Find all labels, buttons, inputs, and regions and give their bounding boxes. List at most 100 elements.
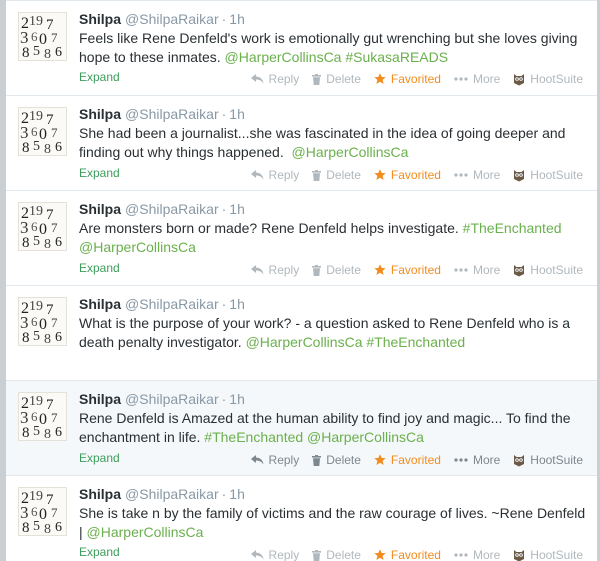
- more-button[interactable]: More: [454, 453, 500, 467]
- svg-text:0: 0: [39, 506, 47, 523]
- svg-text:8: 8: [22, 520, 30, 535]
- expand-link[interactable]: Expand: [79, 261, 120, 275]
- author-handle[interactable]: @ShilpaRaikar: [125, 296, 219, 312]
- tweet-item[interactable]: 2 19 7 3 6 0 7 8 5 8 6 Shilpa @ShilpaRaikar · 1h Are …: [6, 190, 597, 286]
- favorited-label: Favorited: [390, 548, 441, 561]
- expand-link[interactable]: Expand: [79, 545, 120, 559]
- delete-button[interactable]: Delete: [312, 168, 361, 182]
- star-icon: [374, 169, 386, 181]
- avatar[interactable]: 2 19 7 3 6 0 7 8 5 8 6: [18, 202, 67, 251]
- star-icon: [374, 73, 386, 85]
- reply-label: Reply: [268, 453, 300, 467]
- tweet-mentions[interactable]: @HarperCollinsCa #TheEnchanted: [246, 334, 466, 350]
- favorited-button[interactable]: Favorited: [374, 263, 441, 277]
- author-handle[interactable]: @ShilpaRaikar: [125, 391, 219, 407]
- tweet-item-hovered[interactable]: 2 19 7 3 6 0 7 8 5 8 6 Shilpa @ShilpaRaikar · 1h Rene…: [6, 380, 597, 476]
- reply-button[interactable]: Reply: [250, 548, 299, 561]
- reply-button[interactable]: Reply: [250, 263, 299, 277]
- reply-button[interactable]: Reply: [250, 72, 299, 86]
- favorited-button[interactable]: Favorited: [374, 548, 441, 561]
- svg-text:7: 7: [51, 410, 58, 425]
- tweet-mentions[interactable]: #TheEnchanted @HarperCollinsCa: [204, 429, 424, 445]
- svg-text:8: 8: [22, 235, 30, 250]
- more-button[interactable]: More: [454, 72, 500, 86]
- favorited-button[interactable]: Favorited: [374, 453, 441, 467]
- more-button[interactable]: More: [454, 168, 500, 182]
- svg-text:8: 8: [22, 425, 30, 440]
- author-name[interactable]: Shilpa: [79, 486, 121, 502]
- hootsuite-button[interactable]: HootSuite: [513, 72, 583, 86]
- svg-text:8: 8: [44, 142, 51, 155]
- author-handle[interactable]: @ShilpaRaikar: [125, 11, 219, 27]
- avatar[interactable]: 2 19 7 3 6 0 7 8 5 8 6: [18, 297, 67, 346]
- svg-text:5: 5: [33, 139, 40, 154]
- favorited-button[interactable]: Favorited: [374, 72, 441, 86]
- tweet-item[interactable]: 2 19 7 3 6 0 7 8 5 8 6 Shilpa @ShilpaRaikar · 1h She …: [6, 475, 597, 561]
- avatar[interactable]: 2 19 7 3 6 0 7 8 5 8 6: [18, 107, 67, 156]
- reply-icon: [250, 550, 264, 560]
- tweet-item[interactable]: 2 19 7 3 6 0 7 8 5 8 6 Shilpa @ShilpaRaikar · 1h What…: [6, 285, 597, 381]
- svg-text:0: 0: [39, 221, 47, 238]
- delete-button[interactable]: Delete: [312, 263, 361, 277]
- tweet-item[interactable]: 2 19 7 3 6 0 7 8 5 8 6 Shilpa @ShilpaRaikar · 1h She …: [6, 95, 597, 191]
- delete-button[interactable]: Delete: [312, 453, 361, 467]
- tweet-mentions[interactable]: @HarperCollinsCa: [87, 524, 204, 540]
- tweet-time[interactable]: 1h: [229, 391, 245, 407]
- tweet-actions: Reply Delete Favorited More HootSuite: [250, 548, 597, 561]
- author-name[interactable]: Shilpa: [79, 11, 121, 27]
- tweet-time[interactable]: 1h: [229, 296, 245, 312]
- tweet-mentions[interactable]: @HarperCollinsCa #SukasaREADS: [225, 49, 449, 65]
- tweet-time[interactable]: 1h: [229, 106, 245, 122]
- avatar[interactable]: 2 19 7 3 6 0 7 8 5 8 6: [18, 12, 67, 61]
- author-name[interactable]: Shilpa: [79, 296, 121, 312]
- svg-text:6: 6: [55, 140, 62, 155]
- author-name[interactable]: Shilpa: [79, 106, 121, 122]
- tweet-mentions[interactable]: @HarperCollinsCa: [292, 144, 409, 160]
- expand-link[interactable]: Expand: [79, 166, 120, 180]
- more-button[interactable]: More: [454, 548, 500, 561]
- author-handle[interactable]: @ShilpaRaikar: [125, 201, 219, 217]
- svg-text:7: 7: [51, 30, 58, 45]
- tweet-feed: 2 19 7 3 6 0 7 8 5 8 6 Shilpa @ShilpaRaikar · 1h Feel…: [6, 0, 597, 561]
- expand-link[interactable]: Expand: [79, 70, 120, 84]
- svg-text:0: 0: [39, 411, 47, 428]
- hootsuite-button[interactable]: HootSuite: [513, 453, 583, 467]
- tweet-text: She is take n by the family of victims a…: [79, 504, 591, 542]
- reply-button[interactable]: Reply: [250, 168, 299, 182]
- author-handle[interactable]: @ShilpaRaikar: [125, 106, 219, 122]
- delete-button[interactable]: Delete: [312, 548, 361, 561]
- svg-text:8: 8: [44, 237, 51, 250]
- tweet-time[interactable]: 1h: [229, 11, 245, 27]
- svg-text:6: 6: [55, 45, 62, 60]
- star-icon: [374, 549, 386, 561]
- tweet-text: Rene Denfeld is Amazed at the human abil…: [79, 409, 591, 447]
- trash-icon: [312, 454, 322, 466]
- author-name[interactable]: Shilpa: [79, 391, 121, 407]
- svg-text:19: 19: [29, 394, 43, 409]
- favorited-button[interactable]: Favorited: [374, 168, 441, 182]
- expand-link[interactable]: Expand: [79, 451, 120, 465]
- delete-button[interactable]: Delete: [312, 72, 361, 86]
- more-button[interactable]: More: [454, 263, 500, 277]
- hootsuite-button[interactable]: HootSuite: [513, 548, 583, 561]
- reply-button[interactable]: Reply: [250, 453, 300, 467]
- avatar[interactable]: 2 19 7 3 6 0 7 8 5 8 6: [18, 487, 67, 536]
- svg-text:5: 5: [33, 329, 40, 344]
- reply-icon: [250, 455, 264, 465]
- hootsuite-label: HootSuite: [530, 72, 583, 86]
- hootsuite-button[interactable]: HootSuite: [513, 168, 583, 182]
- svg-text:6: 6: [31, 409, 38, 424]
- svg-text:19: 19: [29, 109, 43, 124]
- tweet-item[interactable]: 2 19 7 3 6 0 7 8 5 8 6 Shilpa @ShilpaRaikar · 1h Feel…: [6, 0, 597, 96]
- author-name[interactable]: Shilpa: [79, 201, 121, 217]
- hootsuite-label: HootSuite: [530, 168, 583, 182]
- tweet-text: Feels like Rene Denfeld's work is emotio…: [79, 29, 591, 67]
- hootsuite-button[interactable]: HootSuite: [513, 263, 583, 277]
- svg-text:8: 8: [22, 330, 30, 345]
- tweet-time[interactable]: 1h: [229, 486, 245, 502]
- avatar[interactable]: 2 19 7 3 6 0 7 8 5 8 6: [18, 392, 67, 441]
- tweet-time[interactable]: 1h: [229, 201, 245, 217]
- author-handle[interactable]: @ShilpaRaikar: [125, 486, 219, 502]
- delete-label: Delete: [326, 263, 361, 277]
- favorited-label: Favorited: [390, 168, 441, 182]
